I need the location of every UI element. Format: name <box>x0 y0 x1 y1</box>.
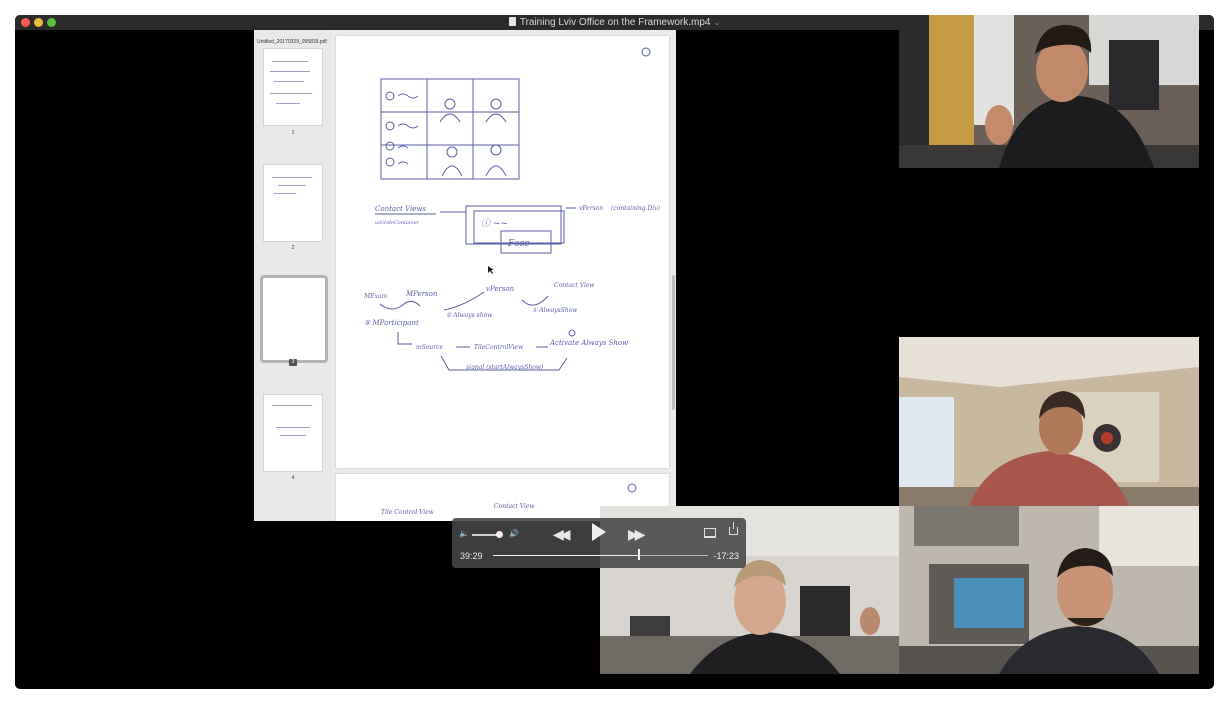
label-always-show-2: ② Always show <box>446 312 493 319</box>
page-number-4: 4 <box>291 475 295 481</box>
document-icon <box>508 17 516 26</box>
page-thumbnail-sidebar: Untitled_20170329_095839.pdf 1 2 3 4 <box>254 30 332 521</box>
label-vperson: vPerson <box>579 205 603 212</box>
label-always-show-1: ① AlwaysShow <box>532 307 578 314</box>
label-contact-view: Contact View <box>554 282 595 289</box>
page-thumbnail-3-selected[interactable] <box>260 275 328 363</box>
play-button[interactable] <box>592 523 606 541</box>
page-thumbnail-1[interactable] <box>263 48 323 126</box>
label-container: uiGrideContainer <box>375 220 420 226</box>
page-number-3: 3 <box>289 359 297 366</box>
page4-contact-view: Contact View <box>494 503 535 510</box>
share-button[interactable] <box>729 522 738 535</box>
airplay-button[interactable] <box>704 528 716 538</box>
fast-forward-button[interactable]: ▶▶ <box>628 526 645 543</box>
participant-video-tile-1 <box>899 15 1199 168</box>
handwritten-sketch: Contact Views uiGrideContainer ⓘ ~~ Fcce… <box>363 47 661 371</box>
participant-video-tile-4 <box>899 506 1199 674</box>
sketch-face-small: ⓘ ~~ <box>481 218 508 229</box>
label-signal: signal (startAlwaysShow) <box>466 364 544 371</box>
window-title-text: Training Lviv Office on the Framework.mp… <box>519 17 711 28</box>
label-activate-always-show: Activate Always Show <box>549 339 628 347</box>
label-vperson-2: vPerson <box>486 285 515 293</box>
label-msource: mSource <box>416 344 444 351</box>
participant-video-tile-2 <box>899 337 1199 506</box>
page-number-1: 1 <box>291 130 295 136</box>
page-number-2: 2 <box>291 245 295 251</box>
playback-controls: 🔈 🔊 ◀◀ ▶▶ 39:29 -17:23 <box>452 518 746 568</box>
label-face: Fcce <box>507 239 530 249</box>
rewind-button[interactable]: ◀◀ <box>553 526 570 543</box>
label-tile-control-view: TileControlView <box>474 344 524 351</box>
chevron-down-icon[interactable]: ⌄ <box>713 18 720 27</box>
label-mperson: MPerson <box>405 290 438 298</box>
volume-high-icon: 🔊 <box>509 529 519 538</box>
vertical-scrollbar[interactable] <box>672 275 675 410</box>
pdf-filename: Untitled_20170329_095839.pdf <box>257 39 327 45</box>
label-contact-views: Contact Views <box>375 205 426 213</box>
scrubber-playhead[interactable] <box>638 549 640 560</box>
remaining-time: -17:23 <box>713 551 739 561</box>
label-mexam: MExam <box>363 293 387 300</box>
shared-screen: Untitled_20170329_095839.pdf 1 2 3 4 Con… <box>254 30 676 521</box>
volume-slider-knob[interactable] <box>496 531 503 538</box>
volume-low-icon: 🔈 <box>459 529 469 538</box>
page-thumbnail-2[interactable] <box>263 164 323 242</box>
pdf-page-3: Contact Views uiGrideContainer ⓘ ~~ Fcce… <box>336 36 669 468</box>
page4-tile-control-view: Tile Control View <box>381 509 435 516</box>
page-thumbnail-4[interactable] <box>263 394 323 472</box>
label-containing-div: (containing Div) <box>611 205 661 212</box>
scrubber-progress <box>493 555 639 556</box>
label-mparticipant: ⑤ MParticipant <box>364 319 419 327</box>
elapsed-time: 39:29 <box>460 551 483 561</box>
